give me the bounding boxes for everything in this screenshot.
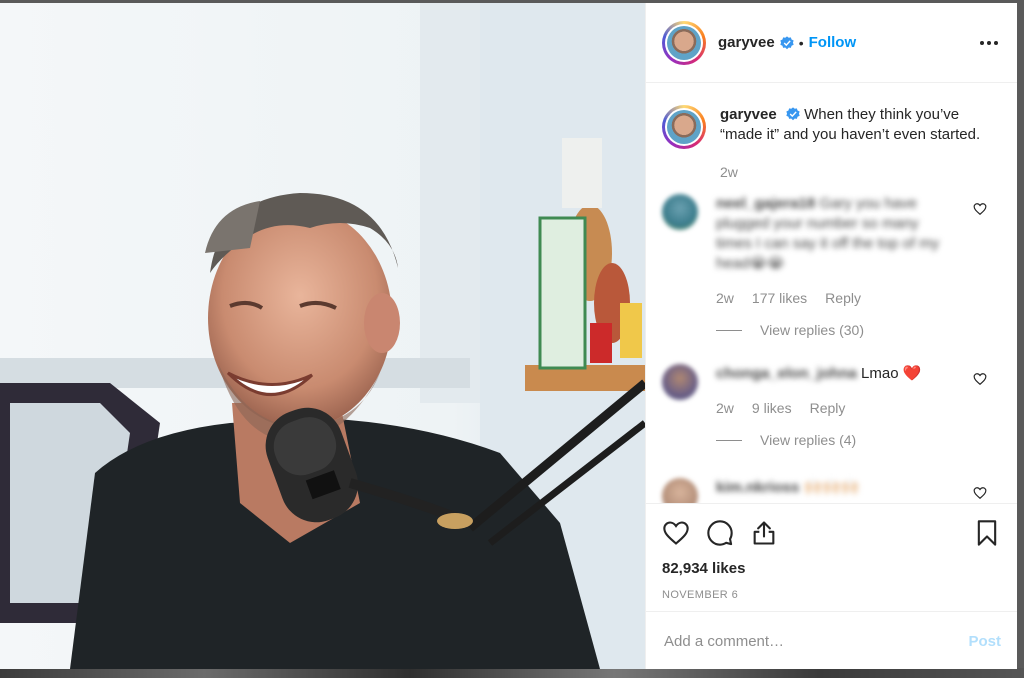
author-username[interactable]: garyvee [718, 34, 775, 51]
comment-item: chonga_elon_johna Lmao ❤️ 2w 9 likes Rep… [646, 364, 1017, 450]
commenter-avatar[interactable] [662, 194, 698, 230]
post-sidebar: garyvee • Follow garyvee When they think… [645, 3, 1017, 669]
likes-count[interactable]: 82,934 likes [662, 560, 1001, 577]
view-replies-button[interactable]: View replies (30) [716, 320, 956, 340]
heart-icon[interactable] [973, 202, 987, 216]
view-replies-button[interactable]: View replies (4) [716, 430, 956, 450]
post-modal: garyvee • Follow garyvee When they think… [0, 3, 1017, 669]
more-options-icon[interactable] [977, 31, 1001, 55]
post-actions: 82,934 likes NOVEMBER 6 [646, 503, 1017, 601]
verified-badge-icon [780, 35, 794, 49]
post-caption: garyvee When they think you’ve “made it”… [646, 83, 1017, 182]
comments-list[interactable]: garyvee When they think you’ve “made it”… [646, 83, 1017, 503]
comment-meta: 2w 177 likes Reply [716, 288, 956, 308]
comment-body: chonga_elon_johna Lmao ❤️ 2w 9 likes Rep… [716, 364, 956, 450]
post-photo-illustration [0, 3, 645, 669]
replies-line [716, 329, 742, 331]
caption-username[interactable]: garyvee [720, 106, 777, 123]
caption-timestamp: 2w [720, 164, 738, 180]
add-comment-bar: Post [646, 611, 1017, 669]
action-icons [662, 504, 1001, 562]
background-strip [0, 668, 1024, 678]
commenter-avatar[interactable] [662, 364, 698, 400]
replies-line [716, 439, 742, 441]
reply-button[interactable]: Reply [825, 288, 861, 308]
comment-likes[interactable]: 9 likes [752, 398, 792, 418]
commenter-username[interactable]: kim.nkrioss [716, 479, 799, 496]
bookmark-icon[interactable] [973, 519, 1001, 547]
share-icon[interactable] [750, 519, 778, 547]
verified-badge-icon [786, 107, 800, 121]
separator-dot: • [798, 34, 804, 51]
comment-timestamp: 2w [716, 400, 734, 416]
post-header: garyvee • Follow [646, 3, 1017, 83]
author-avatar-image [667, 25, 701, 60]
comment-text: Lmao ❤️ [861, 365, 922, 382]
comment-timestamp: 2w [716, 290, 734, 306]
view-replies-label: View replies (30) [760, 322, 865, 338]
comment-text: 🙌🏻🙌🏻🙌🏻 [803, 479, 860, 496]
caption-avatar[interactable] [662, 105, 706, 149]
author-avatar[interactable] [662, 20, 706, 65]
follow-button[interactable]: Follow [809, 34, 857, 51]
comment-likes[interactable]: 177 likes [752, 288, 807, 308]
heart-icon[interactable] [662, 519, 690, 547]
view-replies-label: View replies (4) [760, 432, 857, 448]
post-comment-button[interactable]: Post [968, 633, 1001, 650]
comment-body: kim.nkrioss 🙌🏻🙌🏻🙌🏻 [716, 478, 956, 503]
comment-input[interactable] [662, 631, 969, 651]
post-date: NOVEMBER 6 [662, 589, 739, 601]
caption-avatar-image [667, 110, 701, 144]
comment-icon[interactable] [706, 519, 734, 547]
comment-body: neel_gajera18 Gary you have plugged your… [716, 194, 956, 340]
heart-icon[interactable] [973, 486, 987, 500]
commenter-username[interactable]: neel_gajera18 [716, 195, 815, 212]
comment-meta: 2w 9 likes Reply [716, 398, 956, 418]
commenter-avatar[interactable] [662, 478, 698, 503]
commenter-username[interactable]: chonga_elon_johna [716, 365, 857, 382]
comment-item: kim.nkrioss 🙌🏻🙌🏻🙌🏻 [646, 478, 1017, 503]
caption-body: garyvee When they think you’ve “made it”… [720, 105, 985, 182]
reply-button[interactable]: Reply [810, 398, 846, 418]
comment-item: neel_gajera18 Gary you have plugged your… [646, 194, 1017, 340]
post-photo[interactable] [0, 3, 645, 669]
heart-icon[interactable] [973, 372, 987, 386]
